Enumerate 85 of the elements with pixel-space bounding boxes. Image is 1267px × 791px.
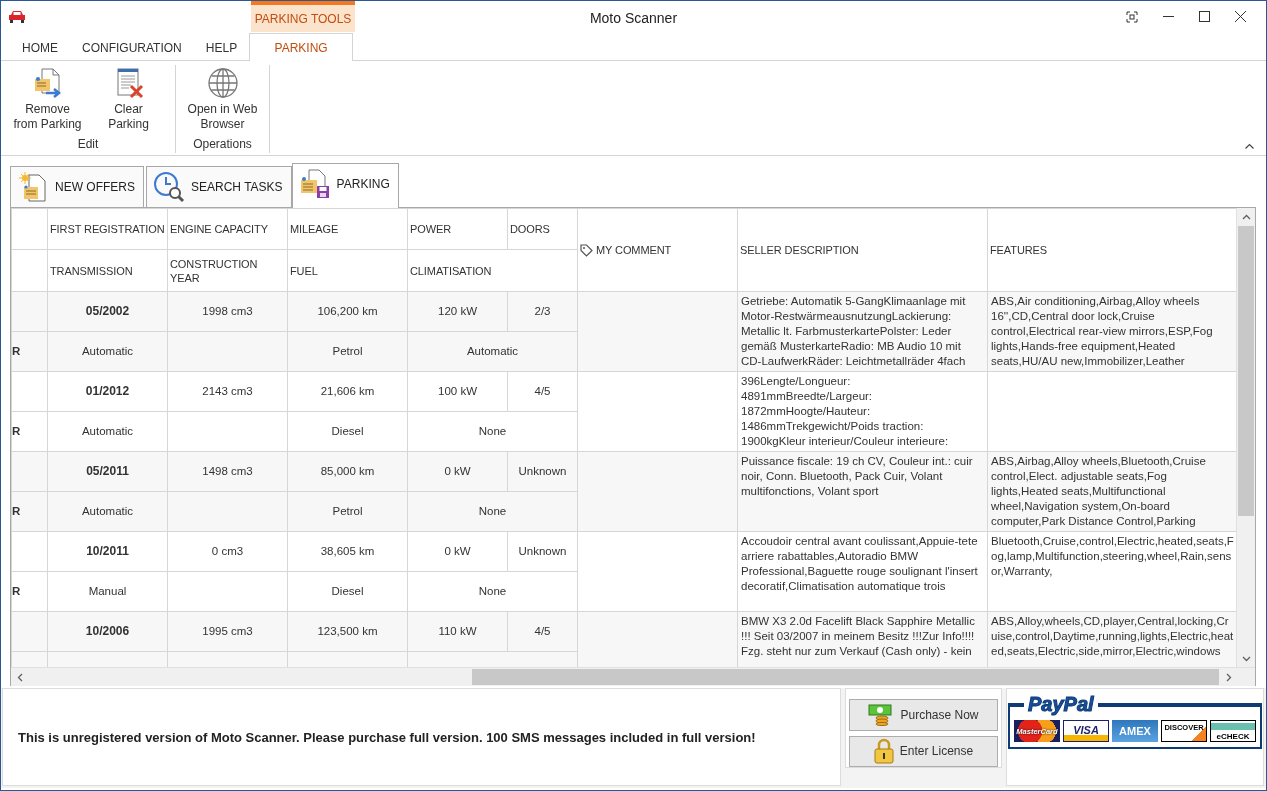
- table-cell: Automatic: [47, 411, 168, 452]
- table-cell: Puissance fiscale: 19 ch CV, Couleur int.: cuir noir, Conn. Bluetooth, Pack Cuir, Volant multifonctions, Volant sport: [737, 451, 988, 532]
- scrollbar-thumb[interactable]: [472, 669, 1219, 685]
- table-cell: Accoudoir central avant coulissant,Appuie-tete arriere rabattables,Autoradio BMW Professional,Baguette rouge soulignant l'insert decoratif,Climatisation automatique trois: [737, 531, 988, 612]
- table-cell: 10/2011: [47, 531, 168, 572]
- card-logo: VISA: [1063, 720, 1109, 742]
- ribbon-button[interactable]: Open in Web Browser: [182, 65, 263, 137]
- collapse-caret-icon[interactable]: [1245, 143, 1254, 149]
- table-cell: 2143 cm3: [167, 371, 288, 412]
- table-cell: 10/2006: [47, 611, 168, 652]
- table-cell: 38,605 km: [287, 531, 408, 572]
- column-header[interactable]: FUEL: [287, 249, 408, 292]
- column-header[interactable]: CLIMATISATION: [407, 249, 578, 292]
- table-cell: 05/2002: [47, 291, 168, 332]
- table-cell: 396Lengte/Longueur: 4891mmBreedte/Largeur: 1872mmHoogte/Hauteur: 1486mmTrekgewicht/Poids traction: 1900kgKleur interieur/Couleur interieure:: [737, 371, 988, 452]
- ribbon-tab[interactable]: PARKING: [249, 33, 354, 61]
- unregistered-notice: This is unregistered version of Moto Scanner. Please purchase full version. 100 SMS messages included in full version!: [18, 729, 756, 745]
- table-cell: Automatic: [47, 491, 168, 532]
- ribbon-tab[interactable]: HOME: [10, 34, 70, 61]
- padlock-icon: [873, 738, 894, 765]
- footer-button[interactable]: Purchase Now: [849, 699, 998, 731]
- ribbon-tab[interactable]: HELP: [193, 34, 250, 61]
- column-header[interactable]: FIRST REGISTRATION: [47, 208, 168, 250]
- document-tab[interactable]: NEW OFFERS: [10, 166, 144, 207]
- document-tab[interactable]: SEARCH TASKS: [146, 166, 292, 207]
- brand-logo: PayPal: [1027, 693, 1095, 716]
- column-header[interactable]: TRANSMISSION: [47, 249, 168, 292]
- window-title: Moto Scanner: [589, 8, 678, 26]
- column-header[interactable]: DOORS: [507, 208, 578, 250]
- clock-search-icon: [153, 171, 185, 203]
- table-cell: 0 cm3: [167, 531, 288, 572]
- ribbon-button[interactable]: Remove from Parking: [7, 65, 88, 137]
- table-cell: 0 kW: [407, 531, 508, 572]
- table-cell: 100 kW: [407, 371, 508, 412]
- folder-save-icon: [298, 168, 331, 200]
- column-header[interactable]: MILEAGE: [287, 208, 408, 250]
- table-cell: Unknown: [507, 451, 578, 492]
- tag-icon: [580, 244, 593, 257]
- column-header[interactable]: POWER: [407, 208, 508, 250]
- table-cell: R: [11, 571, 48, 612]
- ribbon-button[interactable]: Clear Parking: [88, 65, 169, 137]
- sun-document-icon: [17, 171, 49, 203]
- column-header[interactable]: MY COMMENT: [577, 208, 738, 292]
- table-cell: Diesel: [287, 571, 408, 612]
- group-label: Operations: [193, 137, 252, 153]
- footer-button[interactable]: Enter License: [849, 735, 998, 767]
- contextual-tab-group: PARKING TOOLS: [251, 1, 355, 32]
- column-header[interactable]: ENGINE CAPACITY: [167, 208, 288, 250]
- table-cell: 01/2012: [47, 371, 168, 412]
- table-cell: Unknown: [507, 531, 578, 572]
- table-cell: 106,200 km: [287, 291, 408, 332]
- table-cell: R: [11, 491, 48, 532]
- scrollbar-thumb[interactable]: [1238, 226, 1254, 516]
- group-label: Edit: [77, 137, 99, 153]
- table-cell: Manual: [47, 571, 168, 612]
- ribbon-tab[interactable]: CONFIGURATION: [70, 34, 194, 61]
- table-cell: R: [11, 331, 48, 372]
- table-cell: 1498 cm3: [167, 451, 288, 492]
- table-cell: Petrol: [287, 491, 408, 532]
- table-cell: 05/2011: [47, 451, 168, 492]
- money-icon: [868, 703, 895, 726]
- table-cell: 1995 cm3: [167, 611, 288, 652]
- card-logo: AMEX: [1112, 720, 1158, 742]
- car-icon: [8, 10, 26, 23]
- table-cell: 120 kW: [407, 291, 508, 332]
- table-cell: 85,000 km: [287, 451, 408, 492]
- table-cell: 1998 cm3: [167, 291, 288, 332]
- globe-icon: [206, 67, 239, 99]
- table-cell: 2/3: [507, 291, 578, 332]
- table-cell: Petrol: [287, 331, 408, 372]
- table-cell: 0 kW: [407, 451, 508, 492]
- table-cell: Diesel: [287, 411, 408, 452]
- card-logo: eCHECK: [1210, 720, 1256, 742]
- table-cell: 4/5: [507, 371, 578, 412]
- column-header[interactable]: CONSTRUCTION YEAR: [167, 249, 288, 292]
- table-cell: R: [11, 411, 48, 452]
- table-cell: 123,500 km: [287, 611, 408, 652]
- column-header[interactable]: SELLER DESCRIPTION: [737, 208, 988, 292]
- column-header[interactable]: FEATURES: [987, 208, 1236, 292]
- table-cell: 110 kW: [407, 611, 508, 652]
- table-cell: 4/5: [507, 611, 578, 652]
- document-tab[interactable]: PARKING: [291, 163, 399, 208]
- table-cell: 21,606 km: [287, 371, 408, 412]
- table-cell: Automatic: [47, 331, 168, 372]
- table-cell: Getriebe: Automatik 5-GangKlimaanlage mit Motor-RestwärmeausnutzungLackierung: Metallic lt. FarbmusterkartePolster: Leder gemäß MusterkarteRadio: MB Audio 10 mit CD-LaufwerkRäder: Leichtmetallräder 4fach: [737, 291, 988, 372]
